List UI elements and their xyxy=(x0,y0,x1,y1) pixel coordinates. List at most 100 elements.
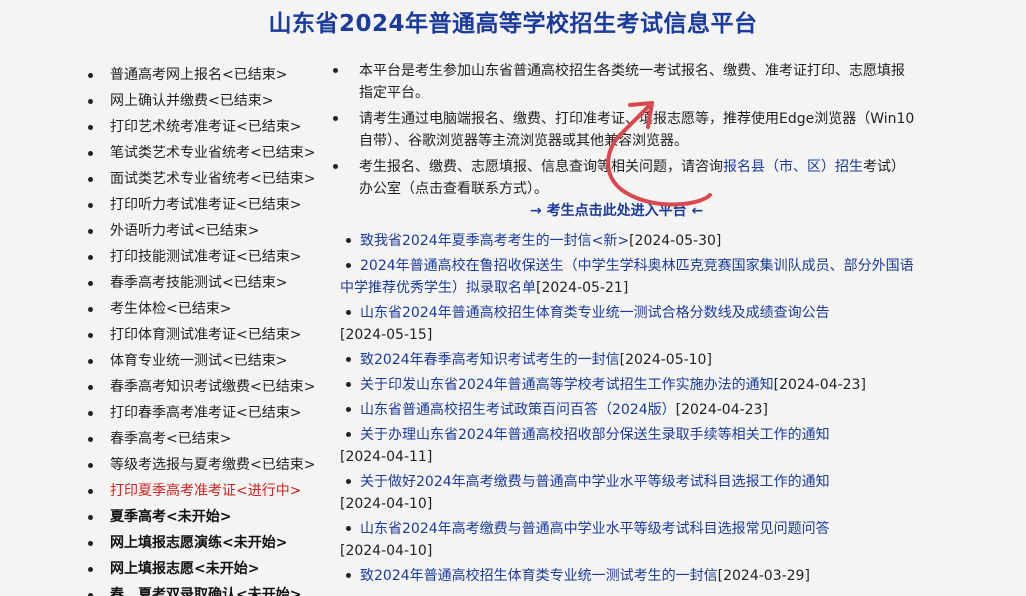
bullet-icon xyxy=(88,307,93,312)
bullet-icon xyxy=(88,463,93,468)
news-title[interactable]: 关于印发山东省2024年普通高等学校考试招生工作实施办法的通知 xyxy=(340,377,774,393)
menu-item[interactable]: 打印春季高考准考证<已结束> xyxy=(86,400,336,426)
news-item[interactable]: 山东省2024年高考缴费与普通高中学业水平等级考试科目选报常见问题问答 [2024… xyxy=(340,518,920,562)
bullet-icon xyxy=(346,479,351,484)
news-date: [2024-04-23] xyxy=(773,377,866,393)
menu-item-label: 外语听力考试<已结束> xyxy=(110,223,260,239)
menu-item-label: 普通高考网上报名<已结束> xyxy=(110,67,288,83)
notice-text: 请考生通过电脑端报名、缴费、打印准考证、填报志愿等，推荐使用Edge浏览器（Wi… xyxy=(359,111,915,149)
news-item[interactable]: 山东省普通高校招生考试政策百问百答（2024版）[2024-04-23] xyxy=(340,399,920,421)
news-date: [2024-04-11] xyxy=(340,449,433,465)
menu-item[interactable]: 春、夏考双录取确认<未开始> xyxy=(86,582,336,596)
menu-item[interactable]: 打印艺术统考准考证<已结束> xyxy=(86,114,336,140)
news-item[interactable]: 致2024年春季高考知识考试考生的一封信[2024-05-10] xyxy=(340,349,920,371)
notice-list: 本平台是考生参加山东省普通高校招生各类统一考试报名、缴费、准考证打印、志愿填报指… xyxy=(333,60,915,204)
news-title[interactable]: 致我省2024年夏季高考考生的一封信<新> xyxy=(340,233,629,249)
bullet-icon xyxy=(88,385,93,390)
bullet-icon xyxy=(346,432,351,437)
notice-text-pre: 考生报名、缴费、志愿填报、信息查询等相关问题，请咨询 xyxy=(359,159,723,175)
menu-item-label: 打印体育测试准考证<已结束> xyxy=(110,327,302,343)
bullet-icon xyxy=(88,541,93,546)
bullet-icon xyxy=(346,310,351,315)
bullet-icon xyxy=(333,68,338,73)
enter-platform-link[interactable]: → 考生点击此处进入平台 ← xyxy=(530,200,703,220)
menu-item[interactable]: 春季高考<已结束> xyxy=(86,426,336,452)
news-title[interactable]: 关于做好2024年高考缴费与普通高中学业水平等级考试科目选报工作的通知 xyxy=(340,474,830,490)
menu-item[interactable]: 面试类艺术专业省统考<已结束> xyxy=(86,166,336,192)
menu-item[interactable]: 普通高考网上报名<已结束> xyxy=(86,62,336,88)
bullet-icon xyxy=(346,526,351,531)
page-title: 山东省2024年普通高等学校招生考试信息平台 xyxy=(268,11,758,37)
bullet-icon xyxy=(88,203,93,208)
news-list: 致我省2024年夏季高考考生的一封信<新>[2024-05-30] 2024年普… xyxy=(340,230,920,590)
menu-item[interactable]: 笔试类艺术专业省统考<已结束> xyxy=(86,140,336,166)
bullet-icon xyxy=(88,99,93,104)
bullet-icon xyxy=(88,437,93,442)
bullet-icon xyxy=(88,359,93,364)
news-item[interactable]: 致2024年普通高校招生体育类专业统一测试考生的一封信[2024-03-29] xyxy=(340,565,920,587)
menu-item-label: 网上填报志愿<未开始> xyxy=(110,561,260,577)
menu-item[interactable]: 打印技能测试准考证<已结束> xyxy=(86,244,336,270)
bullet-icon xyxy=(88,333,93,338)
news-title[interactable]: 关于办理山东省2024年普通高校招收部分保送生录取手续等相关工作的通知 xyxy=(340,427,830,443)
menu-item-label: 夏季高考<未开始> xyxy=(110,509,232,525)
menu-item-active[interactable]: 打印夏季高考准考证<进行中> xyxy=(86,478,336,504)
bullet-icon xyxy=(88,489,93,494)
menu-item[interactable]: 考生体检<已结束> xyxy=(86,296,336,322)
menu-item-label: 体育专业统一测试<已结束> xyxy=(110,353,288,369)
menu-item[interactable]: 春季高考技能测试<已结束> xyxy=(86,270,336,296)
menu-item-label: 笔试类艺术专业省统考<已结束> xyxy=(110,145,316,161)
bullet-icon xyxy=(88,281,93,286)
notice-text: 考生报名、缴费、志愿填报、信息查询等相关问题，请咨询报名县（市、区）招生考试）办… xyxy=(343,156,915,200)
menu-item-label: 打印听力考试准考证<已结束> xyxy=(110,197,302,213)
bullet-icon xyxy=(88,73,93,78)
news-date: [2024-04-10] xyxy=(340,543,433,559)
bullet-icon xyxy=(88,229,93,234)
bullet-icon xyxy=(88,255,93,260)
news-date: [2024-05-10] xyxy=(619,352,712,368)
news-title[interactable]: 山东省普通高校招生考试政策百问百答（2024版） xyxy=(340,402,676,418)
menu-item[interactable]: 网上确认并缴费<已结束> xyxy=(86,88,336,114)
news-item[interactable]: 关于办理山东省2024年普通高校招收部分保送生录取手续等相关工作的通知 [2024… xyxy=(340,424,920,468)
bullet-icon xyxy=(346,407,351,412)
news-date: [2024-05-21] xyxy=(536,280,629,296)
menu-item[interactable]: 网上填报志愿<未开始> xyxy=(86,556,336,582)
menu-item[interactable]: 春季高考知识考试缴费<已结束> xyxy=(86,374,336,400)
news-item[interactable]: 关于做好2024年高考缴费与普通高中学业水平等级考试科目选报工作的通知 [2024… xyxy=(340,471,920,515)
bullet-icon xyxy=(333,116,338,121)
contact-link[interactable]: 报名县（市、区）招生 xyxy=(723,159,863,175)
notice-item: 本平台是考生参加山东省普通高校招生各类统一考试报名、缴费、准考证打印、志愿填报指… xyxy=(333,60,915,104)
menu-item[interactable]: 体育专业统一测试<已结束> xyxy=(86,348,336,374)
menu-item[interactable]: 等级考选报与夏考缴费<已结束> xyxy=(86,452,336,478)
news-title[interactable]: 山东省2024年高考缴费与普通高中学业水平等级考试科目选报常见问题问答 xyxy=(340,521,830,537)
menu-item-label: 打印春季高考准考证<已结束> xyxy=(110,405,302,421)
news-title[interactable]: 山东省2024年普通高校招生体育类专业统一测试合格分数线及成绩查询公告 xyxy=(340,305,830,321)
menu-item-label: 网上确认并缴费<已结束> xyxy=(110,93,274,109)
news-item[interactable]: 关于印发山东省2024年普通高等学校考试招生工作实施办法的通知[2024-04-… xyxy=(340,374,920,396)
notice-item: 请考生通过电脑端报名、缴费、打印准考证、填报志愿等，推荐使用Edge浏览器（Wi… xyxy=(333,108,915,152)
menu-item-label: 春季高考<已结束> xyxy=(110,431,232,447)
news-date: [2024-04-10] xyxy=(340,496,433,512)
news-title[interactable]: 致2024年春季高考知识考试考生的一封信 xyxy=(340,352,620,368)
menu-item-label: 网上填报志愿演练<未开始> xyxy=(110,535,288,551)
menu-item[interactable]: 网上填报志愿演练<未开始> xyxy=(86,530,336,556)
news-item[interactable]: 山东省2024年普通高校招生体育类专业统一测试合格分数线及成绩查询公告 [2024… xyxy=(340,302,920,346)
menu-item-label: 春季高考技能测试<已结束> xyxy=(110,275,288,291)
news-title[interactable]: 致2024年普通高校招生体育类专业统一测试考生的一封信 xyxy=(340,568,718,584)
menu-item-label: 打印夏季高考准考证<进行中> xyxy=(110,483,302,499)
menu-item-label: 等级考选报与夏考缴费<已结束> xyxy=(110,457,316,473)
menu-item[interactable]: 打印体育测试准考证<已结束> xyxy=(86,322,336,348)
notice-item: 考生报名、缴费、志愿填报、信息查询等相关问题，请咨询报名县（市、区）招生考试）办… xyxy=(333,156,915,200)
news-date: [2024-04-23] xyxy=(675,402,768,418)
news-item[interactable]: 致我省2024年夏季高考考生的一封信<新>[2024-05-30] xyxy=(340,230,920,252)
news-item[interactable]: 2024年普通高校在鲁招收保送生（中学生学科奥林匹克竞赛国家集训队成员、部分外国… xyxy=(340,255,920,299)
bullet-icon xyxy=(88,177,93,182)
menu-item-label: 打印艺术统考准考证<已结束> xyxy=(110,119,302,135)
menu-item-label: 面试类艺术专业省统考<已结束> xyxy=(110,171,316,187)
menu-item[interactable]: 夏季高考<未开始> xyxy=(86,504,336,530)
menu-item-label: 春季高考知识考试缴费<已结束> xyxy=(110,379,316,395)
bullet-icon xyxy=(333,164,338,169)
menu-item[interactable]: 打印听力考试准考证<已结束> xyxy=(86,192,336,218)
bullet-icon xyxy=(346,263,351,268)
menu-item[interactable]: 外语听力考试<已结束> xyxy=(86,218,336,244)
